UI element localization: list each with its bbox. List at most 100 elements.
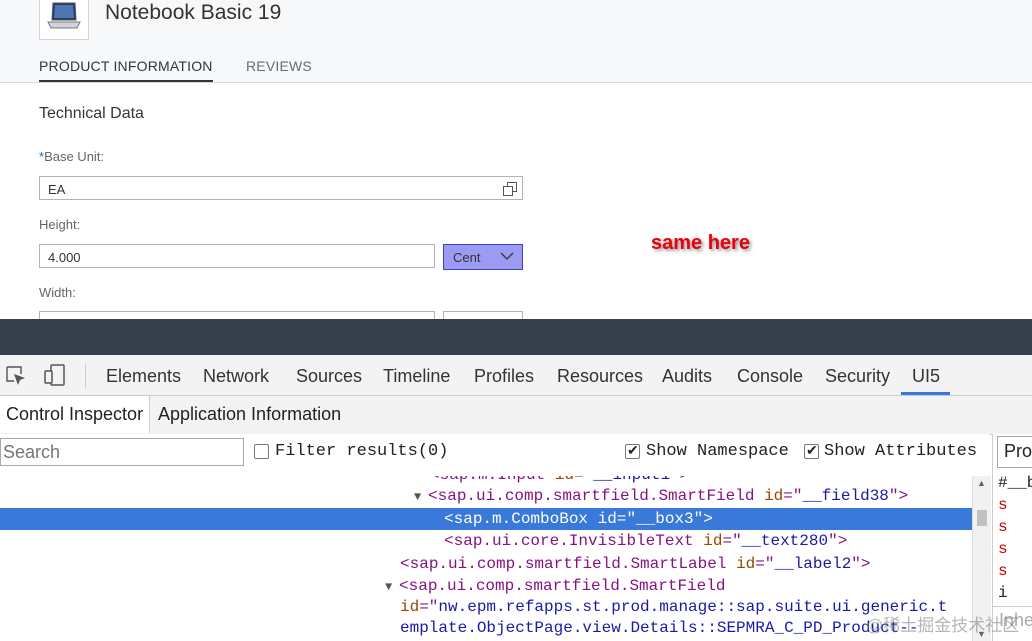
filter-results-label: Filter results(0) — [275, 442, 449, 461]
tree-row-tag: sap.ui.comp.smartfield.SmartField — [437, 487, 755, 505]
inspect-element-icon[interactable] — [4, 364, 28, 388]
tree-row-close: "> — [693, 510, 713, 528]
active-tab-indicator — [901, 392, 950, 395]
tree-row-open: < — [430, 476, 440, 484]
filter-results-checkbox[interactable] — [254, 444, 269, 459]
tree-row-val: __box3 — [636, 510, 694, 528]
devtools-tab-audits[interactable]: Audits — [662, 366, 712, 387]
ui5-subtabs: Control Inspector Application Informatio… — [0, 396, 1032, 435]
laptop-icon — [47, 2, 81, 29]
unit-combobox-value: Cent — [453, 250, 481, 265]
object-page-header: Notebook Basic 19 PRODUCT INFORMATION RE… — [0, 0, 1032, 83]
tree-row-close: "> — [670, 476, 689, 484]
devtools-toolbar: Elements Network Sources Timeline Profil… — [0, 355, 1032, 396]
devtools-tab-elements[interactable]: Elements — [106, 366, 181, 387]
tree-row[interactable]: <sap.ui.core.InvisibleText id="__text280… — [444, 530, 847, 552]
tree-row-open: < — [444, 532, 454, 550]
devtools-tab-sources[interactable]: Sources — [296, 366, 362, 387]
search-input[interactable] — [0, 438, 244, 466]
devtools-tab-timeline[interactable]: Timeline — [383, 366, 450, 387]
tree-row-tag: sap.m.Input — [440, 476, 546, 484]
tab-product-information[interactable]: PRODUCT INFORMATION — [39, 58, 213, 82]
height-label: Height: — [39, 217, 81, 232]
tree-row-eq: =" — [616, 510, 637, 528]
tree-row-continued[interactable]: emplate.ObjectPage.view.Details::SEPMRA_… — [400, 617, 918, 639]
tree-row-attr: id — [703, 532, 723, 550]
tree-row-attr: id — [597, 510, 617, 528]
tree-row-open: < — [444, 510, 454, 528]
tree-row-tag: sap.ui.comp.smartfield.SmartLabel — [409, 555, 727, 573]
tree-row[interactable]: ▼ <sap.ui.comp.smartfield.SmartField — [385, 575, 725, 597]
checkmark-icon: ✔ — [806, 442, 818, 458]
property-line: s — [998, 496, 1008, 514]
tree-row-close: "> — [888, 487, 909, 505]
devtools-tab-console[interactable]: Console — [737, 366, 803, 387]
devtools-tab-profiles[interactable]: Profiles — [474, 366, 534, 387]
tree-row-eq: =" — [419, 598, 439, 616]
device-mode-icon[interactable] — [43, 363, 67, 387]
tree-row-open: < — [428, 487, 438, 505]
control-tree: <sap.m.Input id="__input1"> ▼<sap.ui.com… — [0, 476, 972, 641]
show-namespace-checkbox[interactable]: ✔ — [625, 442, 640, 459]
devtools-tab-network[interactable]: Network — [203, 366, 269, 387]
property-line: i — [998, 584, 1008, 602]
app-preview: Notebook Basic 19 PRODUCT INFORMATION RE… — [0, 0, 1032, 319]
tree-row-tag: sap.m.ComboBox — [453, 510, 589, 528]
subtab-control-inspector[interactable]: Control Inspector — [0, 396, 150, 433]
product-image — [39, 0, 89, 40]
tree-row-tag: sap.ui.core.InvisibleText — [453, 532, 694, 550]
tree-row-eq: =" — [722, 532, 742, 550]
toolbar-divider — [85, 364, 86, 388]
width-input[interactable] — [39, 311, 435, 319]
value-help-icon[interactable] — [502, 181, 518, 197]
show-attributes-checkbox[interactable]: ✔ — [804, 442, 819, 459]
tab-reviews[interactable]: REVIEWS — [246, 58, 312, 74]
watermark: @稀土掘金技术社区 — [866, 616, 1020, 635]
tree-row-close: "> — [851, 555, 871, 573]
width-label: Width: — [39, 285, 76, 300]
filter-bar: Filter results(0) ✔ Show Namespace ✔ Sho… — [0, 434, 990, 476]
section-title: Technical Data — [39, 105, 144, 122]
tree-row-eq: =" — [574, 476, 593, 484]
tree-row[interactable]: ▼ <sap.ui.comp.smartfield.SmartField id="… — [414, 485, 908, 507]
tree-row-val: __text280 — [741, 532, 829, 550]
tree-row-eq: =" — [783, 487, 803, 505]
tree-row-attr: id — [400, 598, 420, 616]
tree-row-eq: =" — [755, 555, 775, 573]
property-line: s — [998, 540, 1008, 558]
show-namespace-label: Show Namespace — [646, 442, 789, 461]
tree-row-val: __label2 — [774, 555, 852, 573]
base-unit-value: EA — [48, 182, 66, 197]
checkmark-icon: ✔ — [627, 442, 639, 458]
property-line: s — [998, 518, 1008, 536]
tree-row-attr: id — [736, 555, 756, 573]
page-title: Notebook Basic 19 — [105, 1, 282, 24]
expand-arrow-icon[interactable]: ▼ — [414, 486, 428, 508]
devtools-resize-bar[interactable] — [0, 319, 1032, 355]
pane-divider — [993, 606, 1032, 607]
unit-combobox[interactable]: Cent — [443, 244, 523, 270]
annotation-text: same here — [651, 232, 750, 254]
base-unit-input[interactable]: EA — [39, 176, 523, 200]
devtools-tab-ui5[interactable]: UI5 — [912, 366, 940, 387]
tree-row-attr: id — [764, 487, 784, 505]
height-value: 4.000 — [48, 250, 81, 265]
scrollbar-thumb[interactable] — [977, 510, 987, 526]
chevron-down-icon[interactable] — [492, 245, 522, 269]
tree-row-attr: id — [555, 476, 574, 484]
tree-row-selected[interactable]: <sap.m.ComboBox id="__box3"> — [0, 508, 972, 530]
devtools-tab-resources[interactable]: Resources — [557, 366, 643, 387]
height-input[interactable]: 4.000 — [39, 244, 435, 268]
width-unit-combobox[interactable] — [443, 311, 523, 319]
devtools-tab-security[interactable]: Security — [825, 366, 890, 387]
tree-row-val: __field38 — [802, 487, 889, 505]
property-line: #__b — [998, 474, 1032, 492]
tree-row-close: "> — [828, 532, 848, 550]
base-unit-label: *Base Unit: — [39, 149, 104, 164]
tree-row[interactable]: <sap.ui.comp.smartfield.SmartLabel id="_… — [400, 553, 871, 575]
scroll-up-icon[interactable]: ▲ — [977, 478, 986, 488]
subtab-application-information[interactable]: Application Information — [152, 396, 347, 433]
properties-tab[interactable]: Pro — [997, 436, 1032, 468]
expand-arrow-icon[interactable]: ▼ — [385, 576, 399, 598]
base-unit-label-text: Base Unit: — [44, 149, 105, 164]
